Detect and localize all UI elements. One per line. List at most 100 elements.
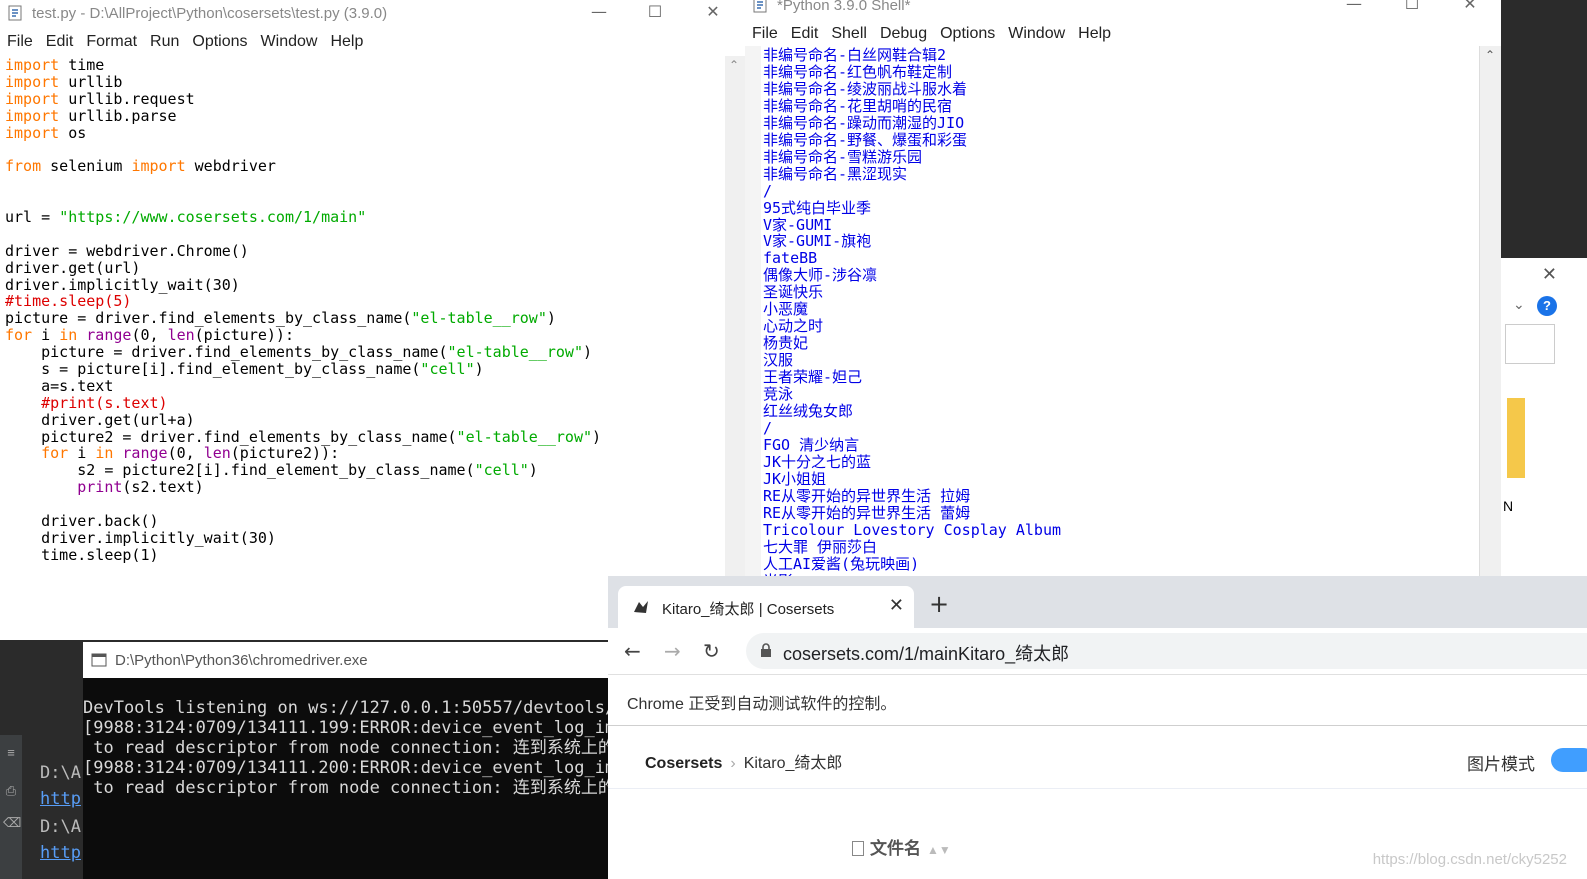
console-titlebar[interactable]: D:\Python\Python36\chromedriver.exe [83, 642, 613, 678]
menu-item-file[interactable]: File [7, 33, 33, 51]
code-line: for i in range(0, len(picture2)): [5, 445, 601, 462]
code-token: url = [5, 208, 60, 227]
console-line: to read descriptor from node connection:… [83, 778, 613, 798]
menu-item-run[interactable]: Run [150, 33, 179, 51]
back-icon[interactable]: ← [624, 639, 641, 663]
menu-item-edit[interactable]: Edit [46, 33, 74, 51]
reload-icon[interactable]: ↻ [703, 639, 720, 663]
menu-item-window[interactable]: Window [1008, 25, 1065, 43]
code-token: print [77, 478, 123, 497]
print-icon[interactable]: ⎙ [3, 783, 19, 798]
menu-item-help[interactable]: Help [1078, 25, 1111, 43]
code-token: import [131, 157, 186, 176]
file-explorer-fragment: ✕ ⌄ ? N [1501, 258, 1587, 578]
shell-output-line: Tricolour Lovestory Cosplay Album [763, 520, 1062, 539]
shell-output-line: JK十分之七的蓝 [763, 452, 872, 471]
code-token: ) [474, 360, 484, 379]
code-token: for [41, 444, 69, 463]
code-token: s = picture[i].find_element_by_class_nam… [5, 360, 421, 379]
breadcrumb-separator-icon: › [730, 755, 736, 772]
maximize-icon[interactable]: ☐ [1389, 0, 1435, 18]
python-file-icon [8, 5, 22, 21]
code-token: picture2 = driver.find_elements_by_class… [5, 427, 457, 446]
shell-output-line: / [763, 181, 773, 200]
address-bar[interactable]: cosersets.com/1/mainKitaro_绮太郎 [746, 633, 1587, 669]
shell-output-line: 非编号命名-野餐、爆蛋和彩蛋 [763, 130, 968, 149]
terminal-link[interactable]: http [40, 843, 81, 863]
menu-item-edit[interactable]: Edit [791, 25, 819, 43]
scroll-up-icon[interactable]: ⌃ [1485, 48, 1495, 62]
browser-toolbar: ← → ↻ cosersets.com/1/mainKitaro_绮太郎 [608, 628, 1587, 674]
shell-titlebar[interactable]: *Python 3.9.0 Shell* [745, 0, 1501, 18]
code-line: time.sleep(1) [5, 546, 601, 564]
menu-item-shell[interactable]: Shell [831, 25, 867, 43]
code-token: time [59, 56, 105, 74]
menu-item-options[interactable]: Options [940, 25, 995, 43]
code-token: webdriver [185, 157, 276, 176]
editor-scrollbar[interactable]: ⌃ [725, 56, 745, 640]
shell-scrollbar[interactable]: ⌃ [1479, 46, 1501, 580]
tab-title: Kitaro_绮太郎 | Cosersets [662, 601, 835, 618]
trash-icon[interactable]: ⌫ [3, 815, 21, 830]
shell-title: *Python 3.9.0 Shell* [777, 0, 911, 14]
code-token: urllib.parse [59, 106, 177, 125]
code-token: for [5, 326, 33, 345]
new-tab-icon[interactable]: + [929, 590, 949, 618]
shell-output-line: 非编号命名-花里胡哨的民宿 [763, 96, 953, 115]
code-token: (picture2)): [230, 444, 340, 463]
breadcrumb-root[interactable]: Cosersets [645, 755, 722, 772]
browser-tab[interactable]: Kitaro_绮太郎 | Cosersets ✕ [618, 586, 914, 628]
maximize-icon[interactable]: ☐ [632, 0, 678, 26]
menu-item-file[interactable]: File [752, 25, 778, 43]
minimize-icon[interactable]: — [576, 0, 622, 26]
menu-item-debug[interactable]: Debug [880, 25, 927, 43]
close-icon[interactable]: ✕ [1447, 0, 1493, 18]
code-token: in [59, 326, 78, 345]
code-editor-area[interactable]: import time import urllib import urllib.re… [5, 57, 601, 564]
code-token: ) [546, 309, 556, 328]
shell-output[interactable]: 非编号命名-白丝网鞋合辑2 非编号命名-红色帆布鞋定制 非编号命名-绫波丽战斗服水着… [763, 47, 1061, 580]
sort-icon[interactable]: ▲▼ [927, 843, 951, 857]
code-token: "el-table__row" [447, 343, 583, 362]
close-icon[interactable]: ✕ [690, 0, 736, 26]
console-output[interactable]: DevTools listening on ws://127.0.0.1:505… [83, 698, 613, 798]
shell-output-line: 小恶魔 [763, 300, 809, 319]
image-mode-toggle[interactable] [1551, 748, 1587, 772]
terminal-link[interactable]: http [40, 789, 81, 809]
soft-wrap-icon[interactable]: ≡ [3, 745, 19, 760]
close-icon[interactable]: ✕ [1542, 264, 1557, 285]
chevron-down-icon[interactable]: ⌄ [1513, 296, 1525, 313]
menu-item-format[interactable]: Format [86, 33, 137, 51]
terminal-line: D:\A [40, 763, 81, 783]
code-line: driver.get(url+a) [5, 410, 601, 429]
menu-item-help[interactable]: Help [330, 33, 363, 51]
scroll-up-icon[interactable]: ⌃ [729, 58, 739, 72]
idle-shell-window: *Python 3.9.0 Shell* — ☐ ✕ File Edit Shell… [745, 0, 1501, 580]
help-icon[interactable]: ? [1537, 296, 1557, 316]
close-tab-icon[interactable]: ✕ [889, 595, 904, 616]
url-text: cosersets.com/1/mainKitaro_绮太郎 [783, 644, 1070, 664]
code-token: (picture)): [194, 326, 294, 345]
console-line: [9988:3124:0709/134111.200:ERROR:device_… [83, 758, 613, 778]
forward-icon[interactable]: → [664, 639, 681, 663]
filename-column-header[interactable]: 文件名 ▲▼ [852, 834, 951, 859]
menu-item-window[interactable]: Window [261, 33, 318, 51]
code-line: #print(s.text) [5, 394, 601, 412]
menu-item-options[interactable]: Options [192, 33, 247, 51]
search-field[interactable] [1505, 324, 1555, 364]
code-token: driver.get(url+a) [5, 410, 195, 429]
console-line: to read descriptor from node connection:… [83, 738, 613, 758]
shell-output-line: 杨贵妃 [763, 334, 809, 353]
minimize-icon[interactable]: — [1331, 0, 1377, 18]
shell-output-line: JK小姐姐 [763, 469, 827, 488]
idle-editor-window: test.py - D:\AllProject\Python\cosersets… [0, 0, 745, 640]
code-token: picture = driver.find_elements_by_class_… [5, 309, 412, 328]
python-shell-icon [753, 0, 767, 13]
shell-output-line: 非编号命名-躁动而潮湿的JIO [763, 113, 965, 132]
